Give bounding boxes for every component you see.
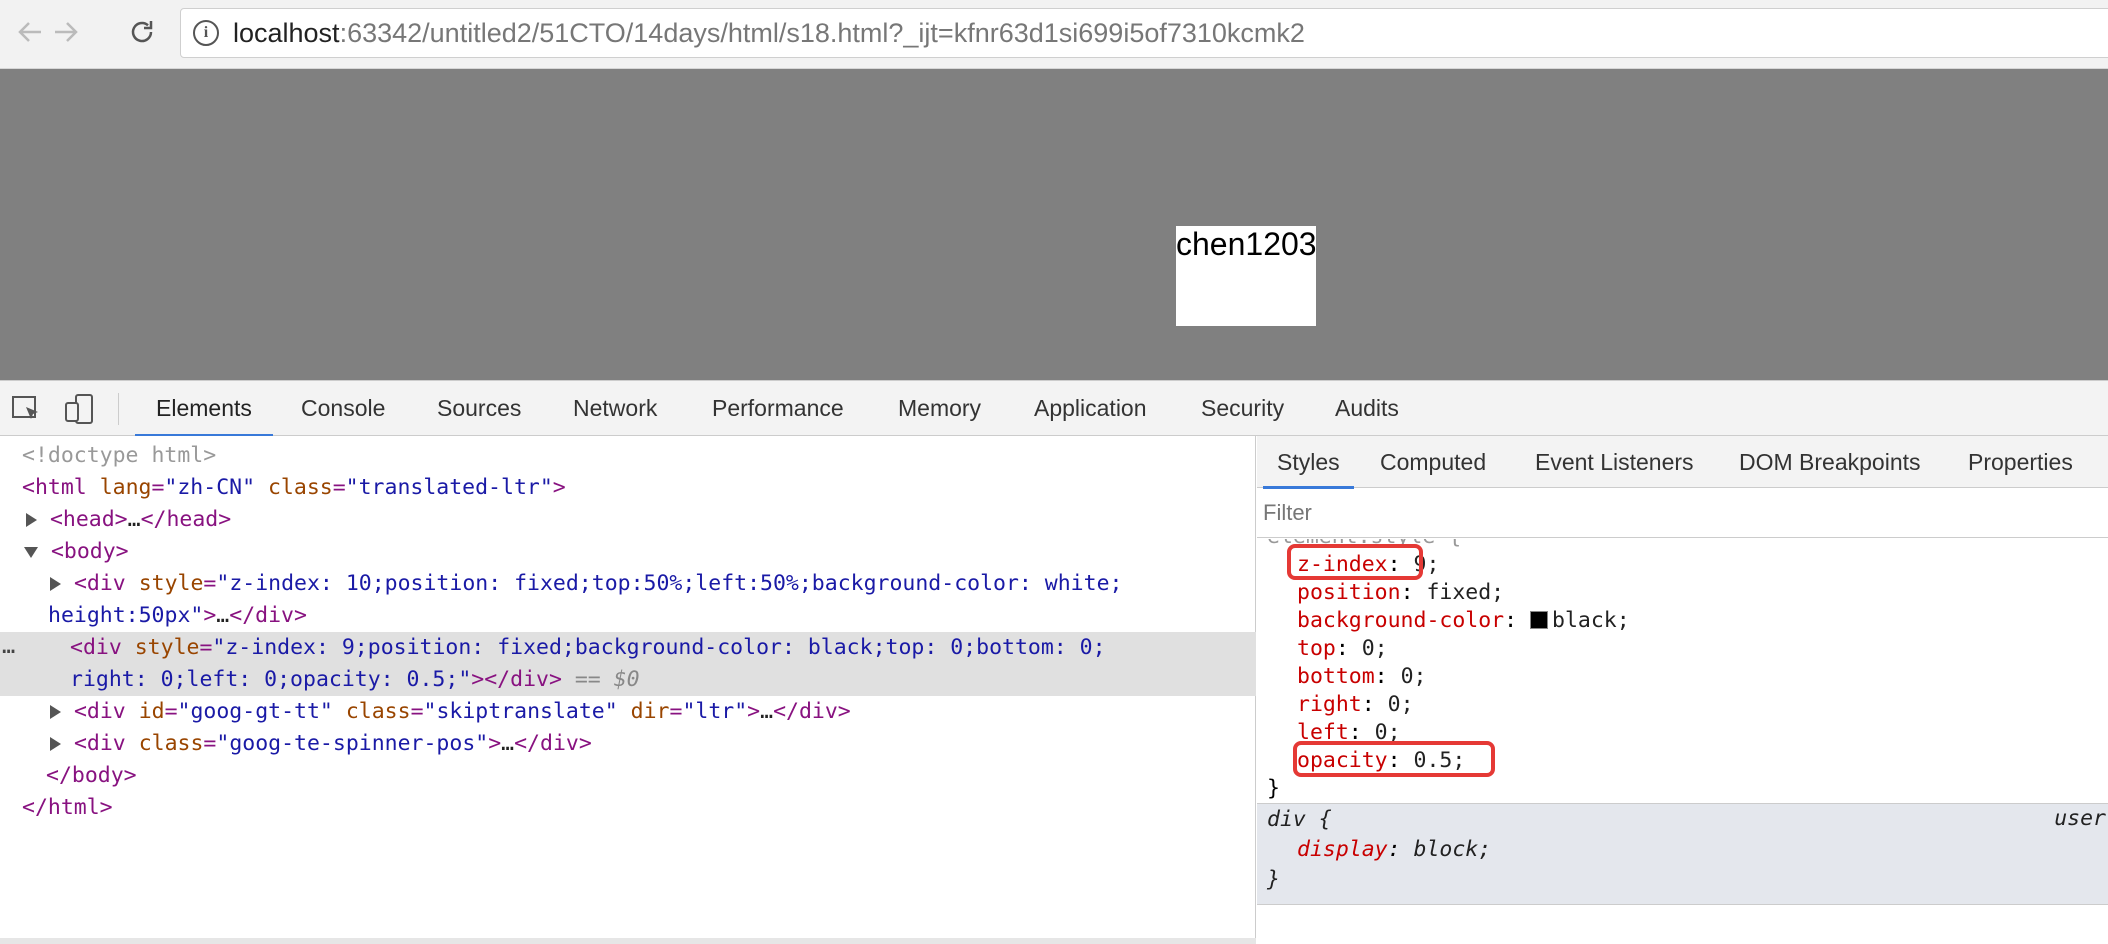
style-rules: element.style { z-index: 9; position: fi…: [1257, 539, 2108, 944]
reload-button[interactable]: [122, 12, 162, 52]
arrow-right-icon: [55, 22, 78, 42]
browser-toolbar: i localhost:63342/untitled2/51CTO/14days…: [0, 0, 2108, 69]
dom-div-goog-tt[interactable]: <div id="goog-gt-tt" class="skiptranslat…: [50, 696, 851, 728]
decl-right[interactable]: right: 0;: [1297, 691, 1414, 719]
info-icon[interactable]: i: [193, 20, 219, 46]
decl-position[interactable]: position: fixed;: [1297, 579, 1504, 607]
highlight-box-z-index: [1287, 544, 1423, 580]
ua-selector: div {: [1267, 807, 1332, 832]
tab-network[interactable]: Network: [572, 381, 658, 436]
tab-memory[interactable]: Memory: [897, 381, 982, 436]
tab-performance[interactable]: Performance: [711, 381, 845, 436]
devtools-tab-bar: Elements Console Sources Network Perform…: [0, 380, 2108, 437]
dom-body-close[interactable]: </body>: [46, 760, 137, 792]
dom-body-open[interactable]: <body>: [24, 536, 129, 568]
back-button[interactable]: [10, 12, 50, 52]
ua-decl-display: display: block;: [1297, 837, 1492, 862]
filter-bar: [1257, 488, 2108, 538]
tab-elements[interactable]: Elements: [135, 381, 273, 437]
dom-div-popup[interactable]: <div style="z-index: 10;position: fixed;…: [50, 568, 1122, 600]
url-path: :63342/untitled2/51CTO/14days/html/s18.h…: [339, 17, 1305, 48]
tab-console[interactable]: Console: [300, 381, 386, 436]
rule-close-brace: }: [1267, 776, 1280, 801]
expand-arrow-icon[interactable]: [50, 737, 61, 751]
selected-marker: == $0: [574, 667, 640, 692]
dom-html-close[interactable]: </html>: [22, 792, 113, 824]
address-bar[interactable]: i localhost:63342/untitled2/51CTO/14days…: [180, 8, 2108, 58]
tab-properties[interactable]: Properties: [1968, 436, 2073, 488]
decl-top[interactable]: top: 0;: [1297, 635, 1388, 663]
highlight-box-opacity: [1293, 741, 1495, 777]
color-swatch-icon[interactable]: [1530, 611, 1548, 629]
page-viewport: chen1203: [0, 69, 2108, 380]
arrow-left-icon: [18, 22, 41, 42]
node-menu-ellipsis[interactable]: …: [2, 634, 15, 659]
decl-bottom[interactable]: bottom: 0;: [1297, 663, 1426, 691]
expand-arrow-icon[interactable]: [26, 513, 37, 527]
inspect-element-icon[interactable]: [10, 393, 44, 425]
ua-close-brace: }: [1267, 867, 1280, 892]
styles-sidebar: Styles Computed Event Listeners DOM Brea…: [1257, 436, 2108, 944]
dom-head-node[interactable]: <head>…</head>: [26, 504, 231, 536]
dom-div-spinner[interactable]: <div class="goog-te-spinner-pos">…</div>: [50, 728, 592, 760]
tab-styles[interactable]: Styles: [1263, 436, 1354, 489]
tab-event-listeners[interactable]: Event Listeners: [1535, 436, 1694, 488]
ua-rule-block: div { user display: block; }: [1257, 803, 2108, 905]
elements-panel: … <!doctype html> <html lang="zh-CN" cla…: [0, 436, 1256, 944]
collapse-arrow-icon[interactable]: [24, 546, 38, 558]
expand-arrow-icon[interactable]: [50, 705, 61, 719]
dom-div-overlay[interactable]: <div style="z-index: 9;position: fixed;b…: [70, 632, 1106, 664]
tab-security[interactable]: Security: [1200, 381, 1285, 436]
toolbar-divider: [118, 393, 119, 425]
expand-arrow-icon[interactable]: [50, 577, 61, 591]
dom-div-overlay-cont[interactable]: right: 0;left: 0;opacity: 0.5;"></div> =…: [70, 664, 640, 696]
horizontal-scrollbar[interactable]: [0, 938, 1256, 944]
device-toolbar-icon[interactable]: [62, 393, 96, 425]
popup-box: chen1203: [1176, 226, 1317, 326]
tab-application[interactable]: Application: [1033, 381, 1148, 436]
forward-button[interactable]: [46, 12, 86, 52]
decl-background-color[interactable]: background-color: black;: [1297, 607, 1630, 635]
dom-div-popup-cont[interactable]: height:50px">…</div>: [48, 600, 307, 632]
tab-sources[interactable]: Sources: [436, 381, 522, 436]
dom-doctype[interactable]: <!doctype html>: [22, 440, 216, 472]
filter-input[interactable]: [1263, 496, 2103, 530]
tab-audits[interactable]: Audits: [1334, 381, 1400, 436]
dom-html-open[interactable]: <html lang="zh-CN" class="translated-ltr…: [22, 472, 566, 504]
sidebar-tab-bar: Styles Computed Event Listeners DOM Brea…: [1257, 436, 2108, 489]
reload-icon: [131, 21, 153, 43]
url-host: localhost: [233, 17, 340, 48]
tab-computed[interactable]: Computed: [1380, 436, 1486, 488]
tab-dom-breakpoints[interactable]: DOM Breakpoints: [1739, 436, 1921, 488]
ua-source-label: user: [2054, 806, 2106, 831]
